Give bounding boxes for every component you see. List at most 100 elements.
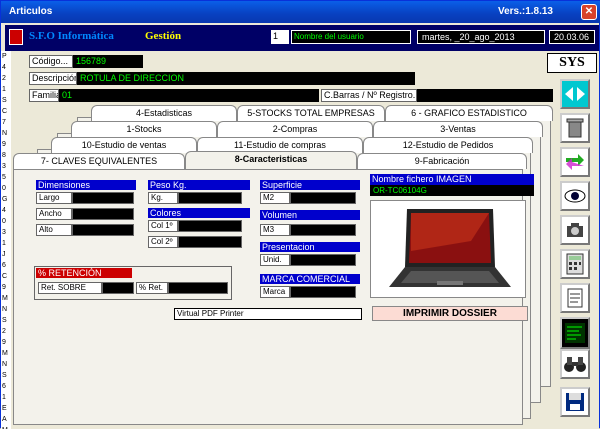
col1-field[interactable] xyxy=(178,220,242,232)
strip-char: 3 xyxy=(2,229,6,236)
tab-caracteristicas[interactable]: 8-Caracteristicas xyxy=(185,151,357,169)
strip-char: A xyxy=(2,416,7,423)
strip-char: C xyxy=(2,108,8,115)
strip-char: 2 xyxy=(2,328,6,335)
largo-field[interactable] xyxy=(72,192,134,204)
strip-char: N xyxy=(2,130,8,137)
user-number: 1 xyxy=(271,30,289,44)
module-name: Gestión xyxy=(145,30,182,42)
delete-button[interactable] xyxy=(560,113,590,143)
navigate-arrows-icon[interactable] xyxy=(560,79,590,109)
tab-estadisticas[interactable]: 4-Estadisticas xyxy=(91,105,237,121)
strip-char: 0 xyxy=(2,218,6,225)
calculator-button[interactable] xyxy=(560,249,590,279)
unid-field[interactable] xyxy=(290,254,356,266)
tab-fabricacion[interactable]: 9-Fabricación xyxy=(357,153,527,169)
terminal-icon xyxy=(565,323,585,343)
tab-grafico[interactable]: 6 - GRAFICO ESTADISTICO xyxy=(385,105,553,121)
time-display: 20.03.06 xyxy=(549,30,595,44)
product-image xyxy=(370,200,526,298)
floppy-disk-icon xyxy=(566,393,584,411)
strip-char: 6 xyxy=(2,262,6,269)
tab-ventas[interactable]: 3-Ventas xyxy=(373,121,543,137)
transfer-button[interactable] xyxy=(560,147,590,177)
col2-field[interactable] xyxy=(178,236,242,248)
strip-char: 1 xyxy=(2,240,6,247)
retencion-header: % RETENCIÓN xyxy=(36,268,132,278)
strip-char: S xyxy=(2,372,7,379)
tab-stocks-total[interactable]: 5-STOCKS TOTAL EMPRESAS xyxy=(237,105,385,121)
cbarras-label: C.Barras / Nº Registro... xyxy=(321,89,417,102)
alto-field[interactable] xyxy=(72,224,134,236)
ancho-field[interactable] xyxy=(72,208,134,220)
familia-label: Familia xyxy=(29,89,59,102)
search-button[interactable] xyxy=(560,349,590,379)
strip-char: J xyxy=(2,251,6,258)
strip-char: 3 xyxy=(2,163,6,170)
laptop-picture xyxy=(389,209,511,287)
main-window: Articulos Vers.:1.8.13 ✕ S.F.O Informáti… xyxy=(0,0,600,429)
strip-char: C xyxy=(2,273,8,280)
cbarras-field[interactable] xyxy=(417,89,553,102)
close-button[interactable]: ✕ xyxy=(581,4,597,20)
imprimir-dossier-button[interactable]: IMPRIMIR DOSSIER xyxy=(372,306,528,321)
tab-compras[interactable]: 2-Compras xyxy=(217,121,373,137)
m3-field[interactable] xyxy=(290,224,356,236)
strip-char: 9 xyxy=(2,141,6,148)
strip-char: M xyxy=(1,425,11,429)
tab-stocks[interactable]: 1-Stocks xyxy=(71,121,217,137)
ret-sobre-label: Ret. SOBRE xyxy=(38,282,102,294)
user-name: Nombre del usuario xyxy=(291,30,411,44)
strip-char: 2 xyxy=(2,75,6,82)
codigo-label: Código... xyxy=(29,55,73,68)
strip-char: 4 xyxy=(2,207,6,214)
strip-char: 6 xyxy=(2,383,6,390)
camera-icon xyxy=(567,223,583,237)
strip-char: 1 xyxy=(2,86,6,93)
view-button[interactable] xyxy=(560,181,590,211)
terminal-button[interactable] xyxy=(560,317,590,349)
colores-header: Colores xyxy=(148,208,250,218)
familia-field[interactable]: 01 xyxy=(59,89,319,102)
tab-estudio-pedidos[interactable]: 12-Estudio de Pedidos xyxy=(363,137,533,153)
eye-icon xyxy=(564,189,586,203)
volumen-header: Volumen xyxy=(260,210,360,220)
ret-sobre-field[interactable] xyxy=(102,282,134,294)
descripcion-label: Descripción xyxy=(29,72,77,85)
trash-icon xyxy=(566,118,584,138)
strip-char: N xyxy=(2,306,8,313)
fichero-imagen-field[interactable]: OR-TC06104G xyxy=(370,185,534,196)
strip-char: N xyxy=(2,361,8,368)
marca-field[interactable] xyxy=(290,286,356,298)
right-toolbar xyxy=(554,77,599,429)
descripcion-field[interactable]: ROTULA DE DIRECCION xyxy=(77,72,415,85)
printer-select[interactable]: Virtual PDF Printer xyxy=(174,308,362,320)
ret-pct-field[interactable] xyxy=(168,282,228,294)
kg-field[interactable] xyxy=(178,192,242,204)
fichero-imagen-header: Nombre fichero IMAGEN xyxy=(370,174,534,185)
strip-char: 7 xyxy=(2,119,6,126)
strip-char: S xyxy=(2,97,7,104)
strip-char: 5 xyxy=(2,174,6,181)
strip-char: M xyxy=(2,350,8,357)
camera-button[interactable] xyxy=(560,215,590,245)
alto-label: Alto xyxy=(36,224,72,236)
tab-estudio-ventas[interactable]: 10-Estudio de ventas xyxy=(51,137,197,153)
marca-label: Marca xyxy=(260,286,290,298)
m2-label: M2 xyxy=(260,192,290,204)
strip-char: S xyxy=(2,317,7,324)
strip-char: 0 xyxy=(2,185,6,192)
col2-label: Col 2º xyxy=(148,236,178,248)
kg-label: Kg. xyxy=(148,192,178,204)
dimensiones-header: Dimensiones xyxy=(36,180,136,190)
notes-button[interactable] xyxy=(560,283,590,313)
unid-label: Unid. xyxy=(260,254,290,266)
strip-char: E xyxy=(2,405,7,412)
m2-field[interactable] xyxy=(290,192,356,204)
tab-claves-equivalentes[interactable]: 7- CLAVES EQUIVALENTES xyxy=(13,153,185,169)
calculator-icon xyxy=(566,253,584,275)
codigo-field[interactable]: 156789 xyxy=(73,55,143,68)
strip-char: M xyxy=(2,295,8,302)
header-bar: S.F.O Informática Gestión 1 Nombre del u… xyxy=(5,25,599,51)
save-button[interactable] xyxy=(560,387,590,417)
